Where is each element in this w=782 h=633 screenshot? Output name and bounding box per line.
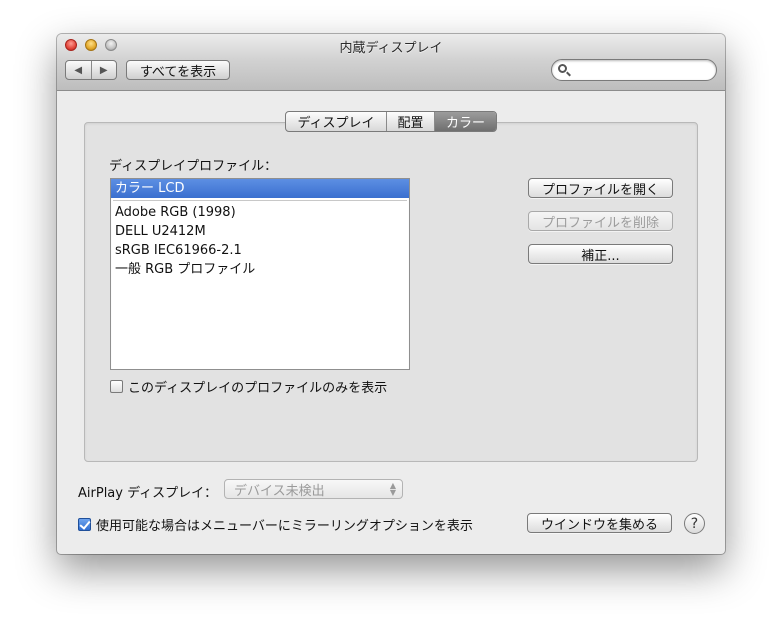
title-bar: 内蔵ディスプレイ ◀ ▶ すべてを表示 <box>57 34 725 91</box>
calibrate-button[interactable]: 補正... <box>528 244 673 264</box>
profile-item-generic-rgb[interactable]: 一般 RGB プロファイル <box>111 260 409 279</box>
only-this-display-option[interactable]: このディスプレイのプロファイルのみを表示 <box>110 377 387 396</box>
tab-display[interactable]: ディスプレイ <box>286 112 386 131</box>
tab-color[interactable]: カラー <box>434 112 496 131</box>
back-arrow-icon[interactable]: ◀ <box>66 61 91 79</box>
profile-item-srgb[interactable]: sRGB IEC61966-2.1 <box>111 241 409 260</box>
forward-arrow-icon[interactable]: ▶ <box>90 61 117 79</box>
tab-bar: ディスプレイ 配置 カラー <box>285 111 497 132</box>
help-button[interactable]: ? <box>684 513 705 534</box>
profile-item-dell-u2412m[interactable]: DELL U2412M <box>111 222 409 241</box>
search-field[interactable] <box>551 59 717 81</box>
mirroring-label: 使用可能な場合はメニューバーにミラーリングオプションを表示 <box>96 519 473 534</box>
open-profile-button[interactable]: プロファイルを開く <box>528 178 673 198</box>
search-icon <box>558 64 567 73</box>
airplay-display-label: AirPlay ディスプレイ： <box>78 486 218 501</box>
delete-profile-button[interactable]: プロファイルを削除 <box>528 211 673 231</box>
display-profile-label: ディスプレイプロファイル： <box>109 159 278 174</box>
up-down-arrows-icon: ▲ ▼ <box>389 481 396 497</box>
mirroring-option[interactable]: 使用可能な場合はメニューバーにミラーリングオプションを表示 <box>78 515 473 534</box>
back-forward-control: ◀ ▶ <box>65 60 117 80</box>
profile-item-adobe-rgb[interactable]: Adobe RGB (1998) <box>111 203 409 222</box>
system-preferences-window: 内蔵ディスプレイ ◀ ▶ すべてを表示 ディスプレイ 配置 カラー ディスプレイ… <box>57 34 725 554</box>
airplay-display-select[interactable]: デバイス未検出 ▲ ▼ <box>224 479 403 499</box>
only-this-display-label: このディスプレイのプロファイルのみを表示 <box>128 381 388 396</box>
profile-item-color-lcd[interactable]: カラー LCD <box>111 179 409 198</box>
window-title: 内蔵ディスプレイ <box>339 41 443 56</box>
profile-list[interactable]: カラー LCD Adobe RGB (1998) DELL U2412M sRG… <box>110 178 410 370</box>
tab-arrangement[interactable]: 配置 <box>386 112 434 131</box>
search-input[interactable] <box>572 62 714 80</box>
show-all-button[interactable]: すべてを表示 <box>126 60 230 80</box>
airplay-select-value: デバイス未検出 <box>234 483 325 499</box>
gather-windows-button[interactable]: ウインドウを集める <box>527 513 672 533</box>
list-separator <box>113 200 407 201</box>
only-this-display-checkbox[interactable] <box>110 380 123 393</box>
mirroring-checkbox[interactable] <box>78 518 91 531</box>
